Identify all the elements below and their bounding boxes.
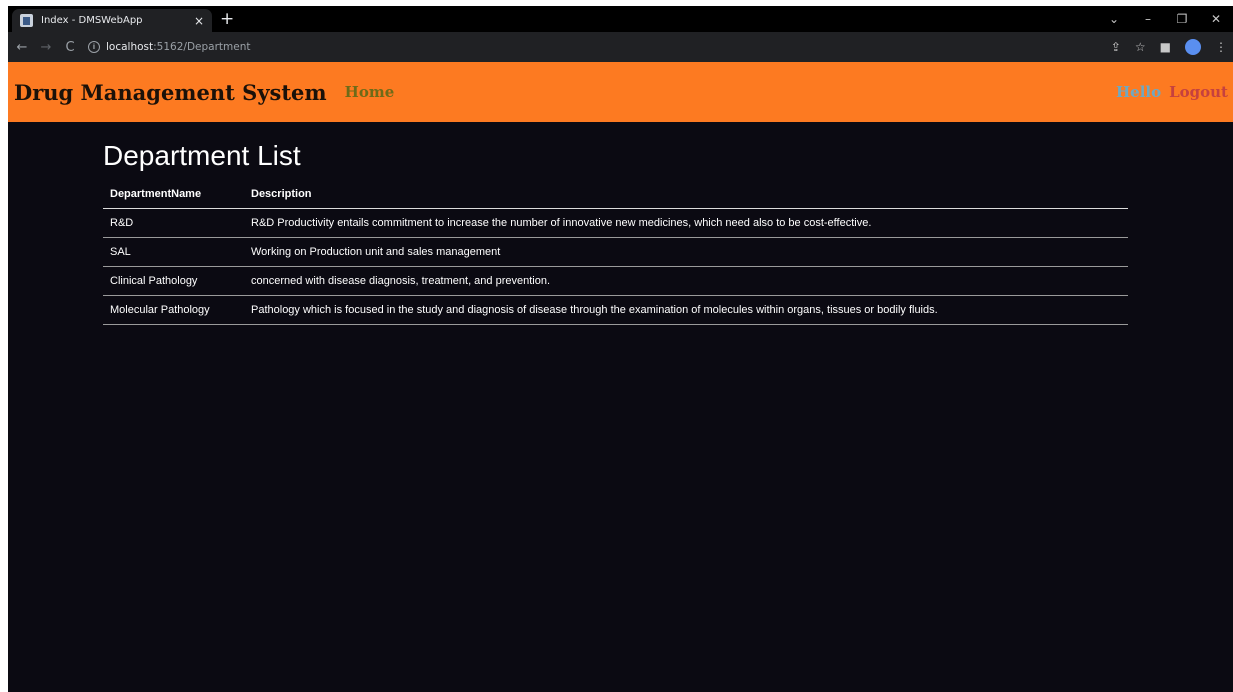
bookmark-star-icon[interactable]: ☆: [1135, 40, 1146, 54]
department-name-cell: Clinical Pathology: [103, 266, 244, 296]
share-icon[interactable]: ⇪: [1111, 40, 1121, 54]
page-title: Department List: [103, 140, 301, 171]
browser-window: Index - DMSWebApp × + ⌄ – ❐ ✕ ← → C i lo…: [8, 6, 1233, 692]
table-row: SAL Working on Production unit and sales…: [103, 237, 1128, 267]
page-favicon-icon: [20, 14, 33, 27]
department-name-cell: Molecular Pathology: [103, 295, 244, 325]
toolbar-actions: ⇪ ☆ ■ ⋮: [1097, 39, 1227, 55]
window-controls: ⌄ – ❐ ✕: [1097, 6, 1233, 32]
main-content: Department List DepartmentName Descripti…: [103, 140, 1143, 325]
url-path: :5162/Department: [153, 41, 251, 53]
description-cell: Working on Production unit and sales man…: [244, 237, 1128, 267]
tab-close-icon[interactable]: ×: [194, 14, 204, 28]
column-header-description: Description: [244, 184, 1128, 209]
table-header-row: DepartmentName Description: [103, 184, 1128, 209]
table-row: Clinical Pathology concerned with diseas…: [103, 266, 1128, 296]
address-bar[interactable]: i localhost:5162/Department: [88, 36, 1097, 58]
new-tab-button[interactable]: +: [220, 9, 234, 29]
nav-home-link[interactable]: Home: [345, 83, 395, 101]
department-name-cell: SAL: [103, 237, 244, 267]
profile-avatar-icon[interactable]: [1185, 39, 1201, 55]
back-arrow-icon[interactable]: ←: [12, 40, 32, 55]
logout-link[interactable]: Logout: [1169, 83, 1228, 101]
app-header: Drug Management System Home Hello Logout: [8, 62, 1233, 122]
description-cell: R&D Productivity entails commitment to i…: [244, 208, 1128, 238]
department-name-cell: R&D: [103, 208, 244, 238]
column-header-department-name: DepartmentName: [103, 184, 244, 209]
user-nav: Hello Logout: [1116, 83, 1228, 101]
description-cell: concerned with disease diagnosis, treatm…: [244, 266, 1128, 296]
tab-search-icon[interactable]: ⌄: [1097, 12, 1131, 26]
description-cell: Pathology which is focused in the study …: [244, 295, 1128, 325]
tab-title: Index - DMSWebApp: [41, 15, 143, 26]
table-row: R&D R&D Productivity entails commitment …: [103, 208, 1128, 238]
tab-strip: Index - DMSWebApp × + ⌄ – ❐ ✕: [8, 6, 1233, 32]
browser-tab[interactable]: Index - DMSWebApp ×: [12, 9, 212, 32]
browser-menu-icon[interactable]: ⋮: [1215, 40, 1227, 54]
hello-link[interactable]: Hello: [1116, 83, 1161, 101]
browser-toolbar: ← → C i localhost:5162/Department ⇪ ☆ ■ …: [8, 32, 1233, 62]
side-panel-icon[interactable]: ■: [1160, 40, 1171, 54]
maximize-button[interactable]: ❐: [1165, 12, 1199, 26]
forward-arrow-icon[interactable]: →: [36, 40, 56, 55]
close-window-button[interactable]: ✕: [1199, 12, 1233, 26]
brand-link[interactable]: Drug Management System: [14, 80, 327, 105]
table-row: Molecular Pathology Pathology which is f…: [103, 295, 1128, 325]
department-table: DepartmentName Description R&D R&D Produ…: [103, 184, 1128, 325]
site-info-icon[interactable]: i: [88, 41, 100, 53]
url-host: localhost: [106, 41, 154, 53]
minimize-button[interactable]: –: [1131, 12, 1165, 26]
reload-icon[interactable]: C: [60, 40, 80, 55]
